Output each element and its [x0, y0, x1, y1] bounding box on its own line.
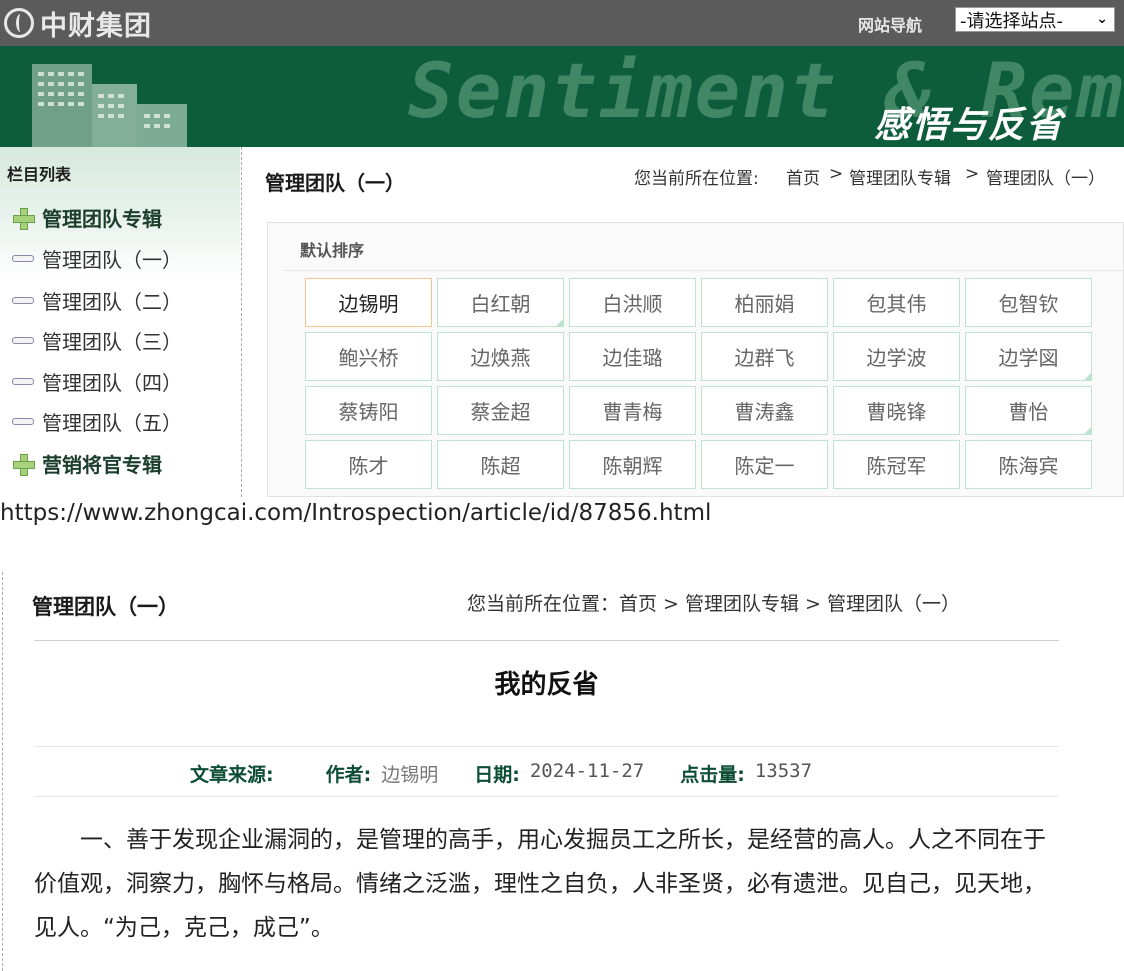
hits-value: 13537	[754, 760, 813, 782]
site-logo[interactable]: 中财集团	[4, 6, 152, 42]
sidebar-item-label: 管理团队（五）	[42, 411, 182, 435]
sidebar-group-management[interactable]: 管理团队专辑	[12, 203, 162, 232]
name-link[interactable]: 蔡金超	[437, 386, 564, 435]
article-body: 一、善于发现企业漏洞的，是管理的高手，用心发掘员工之所长，是经营的高人。人之不同…	[34, 827, 1046, 941]
name-link[interactable]: 曹晓锋	[833, 386, 960, 435]
name-link[interactable]: 陈冠军	[833, 440, 960, 489]
name-link[interactable]: 陈超	[437, 440, 564, 489]
name-link[interactable]: 边学図	[965, 332, 1092, 381]
top-bar: 中财集团 网站导航 -请选择站点- ⌄	[0, 0, 1124, 46]
name-link[interactable]: 包其伟	[833, 278, 960, 327]
breadcrumb-current[interactable]: 管理团队（一）	[986, 164, 1105, 189]
name-link[interactable]: 陈海宾	[965, 440, 1092, 489]
author-label: 作者:	[325, 764, 372, 786]
name-link[interactable]: 鲍兴桥	[305, 332, 432, 381]
sidebar-item-team-1[interactable]: 管理团队（一）	[12, 244, 182, 273]
logo-icon	[4, 8, 34, 38]
article-headline: 我的反省	[494, 670, 599, 700]
sidebar-title: 栏目列表	[7, 165, 72, 184]
date-value: 2024-11-27	[529, 760, 645, 782]
sidebar-item-label: 管理团队（三）	[42, 330, 182, 354]
name-link[interactable]: 边学波	[833, 332, 960, 381]
name-link[interactable]: 陈朝辉	[569, 440, 696, 489]
name-link[interactable]: 边佳璐	[569, 332, 696, 381]
name-link[interactable]: 边锡明	[305, 278, 432, 327]
dash-icon	[12, 337, 34, 344]
dash-icon	[12, 255, 34, 262]
breadcrumb-section[interactable]: 管理团队专辑	[849, 164, 951, 189]
sidebar-item-team-2[interactable]: 管理团队（二）	[12, 286, 182, 315]
dash-icon	[12, 378, 34, 385]
banner-chinese-title: 感悟与反省	[874, 105, 1065, 146]
divider	[2, 572, 3, 971]
plus-icon	[12, 207, 35, 230]
divider	[34, 746, 1059, 747]
name-link[interactable]: 白红朝	[437, 278, 564, 327]
sidebar-item-team-3[interactable]: 管理团队（三）	[12, 326, 182, 355]
name-link[interactable]: 白洪顺	[569, 278, 696, 327]
name-link[interactable]: 曹怡	[965, 386, 1092, 435]
breadcrumb-separator: >	[829, 164, 844, 184]
sidebar-group-marketing[interactable]: 营销将官专辑	[12, 449, 162, 478]
site-nav-label: 网站导航	[858, 16, 923, 35]
breadcrumb-prefix: 您当前所在位置:	[634, 169, 759, 189]
name-link[interactable]: 边焕燕	[437, 332, 564, 381]
banner: Sentiment & Remorse 感悟与反省	[0, 46, 1124, 147]
logo-text: 中财集团	[40, 10, 152, 42]
name-link[interactable]: 柏丽娟	[701, 278, 828, 327]
sidebar-item-label: 营销将官专辑	[42, 453, 162, 477]
date-label: 日期:	[474, 764, 520, 786]
article-section-title: 管理团队（一）	[32, 595, 179, 619]
name-link[interactable]: 陈定一	[701, 440, 828, 489]
chevron-down-icon: ⌄	[1096, 11, 1108, 27]
name-link[interactable]: 蔡铸阳	[305, 386, 432, 435]
name-link[interactable]: 包智钦	[965, 278, 1092, 327]
name-link[interactable]: 曹青梅	[569, 386, 696, 435]
sidebar: 栏目列表 管理团队专辑 管理团队（一） 管理团队（二） 管理团队（三） 管理团队…	[0, 147, 242, 497]
site-select[interactable]: -请选择站点- ⌄	[955, 7, 1115, 32]
source-value	[274, 760, 326, 787]
article-meta: 文章来源: 作者: 边锡明 日期: 2024-11-27 点击量: 13537	[190, 760, 812, 787]
breadcrumb-home[interactable]: 首页	[786, 164, 820, 189]
divider	[284, 270, 1124, 271]
plus-icon	[12, 453, 35, 476]
site-select-value: -请选择站点-	[960, 10, 1063, 32]
name-link[interactable]: 曹涛鑫	[701, 386, 828, 435]
page-url: https://www.zhongcai.com/Introspection/a…	[0, 500, 712, 526]
dash-icon	[12, 418, 34, 425]
sort-default-label[interactable]: 默认排序	[300, 237, 364, 261]
author-value: 边锡明	[381, 764, 439, 786]
divider	[34, 796, 1059, 797]
page-title: 管理团队（一）	[265, 171, 405, 195]
sidebar-item-team-5[interactable]: 管理团队（五）	[12, 407, 182, 436]
source-label: 文章来源:	[190, 764, 274, 786]
name-link[interactable]: 边群飞	[701, 332, 828, 381]
sidebar-item-team-4[interactable]: 管理团队（四）	[12, 367, 182, 396]
building-illustration	[32, 64, 187, 147]
divider	[34, 640, 1059, 641]
breadcrumb-separator: >	[965, 164, 980, 184]
dash-icon	[12, 297, 34, 304]
hits-label: 点击量:	[680, 764, 745, 786]
name-link[interactable]: 陈才	[305, 440, 432, 489]
sidebar-item-label: 管理团队（四）	[42, 371, 182, 395]
sidebar-item-label: 管理团队专辑	[42, 207, 162, 231]
article-breadcrumb[interactable]: 您当前所在位置：首页 > 管理团队专辑 > 管理团队（一）	[467, 589, 960, 616]
sidebar-item-label: 管理团队（一）	[42, 248, 182, 272]
sidebar-item-label: 管理团队（二）	[42, 290, 182, 314]
